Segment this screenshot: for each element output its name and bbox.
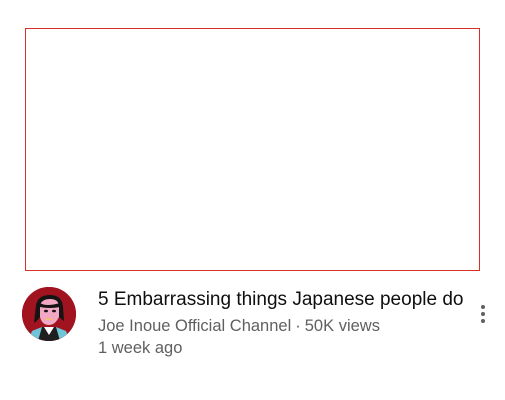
video-text-block: 5 Embarrassing things Japanese people do… (98, 287, 468, 359)
more-vertical-icon-dot-2 (481, 312, 485, 316)
view-count: 50K views (304, 317, 380, 335)
more-vertical-icon (481, 305, 485, 309)
channel-name[interactable]: Joe Inoue Official Channel (98, 317, 291, 335)
video-meta-row: 5 Embarrassing things Japanese people do… (0, 283, 505, 393)
meta-separator: · (295, 317, 301, 335)
more-options-button[interactable] (472, 303, 494, 325)
video-title[interactable]: 5 Embarrassing things Japanese people do (98, 287, 468, 312)
avatar-illustration-icon (22, 287, 76, 341)
video-thumbnail[interactable] (25, 28, 480, 271)
more-vertical-icon-dot-3 (481, 319, 485, 323)
channel-views-line: Joe Inoue Official Channel · 50K views (98, 315, 468, 337)
channel-avatar[interactable] (22, 287, 76, 341)
upload-age: 1 week ago (98, 339, 183, 357)
video-card[interactable]: 5 Embarrassing things Japanese people do… (0, 0, 505, 400)
